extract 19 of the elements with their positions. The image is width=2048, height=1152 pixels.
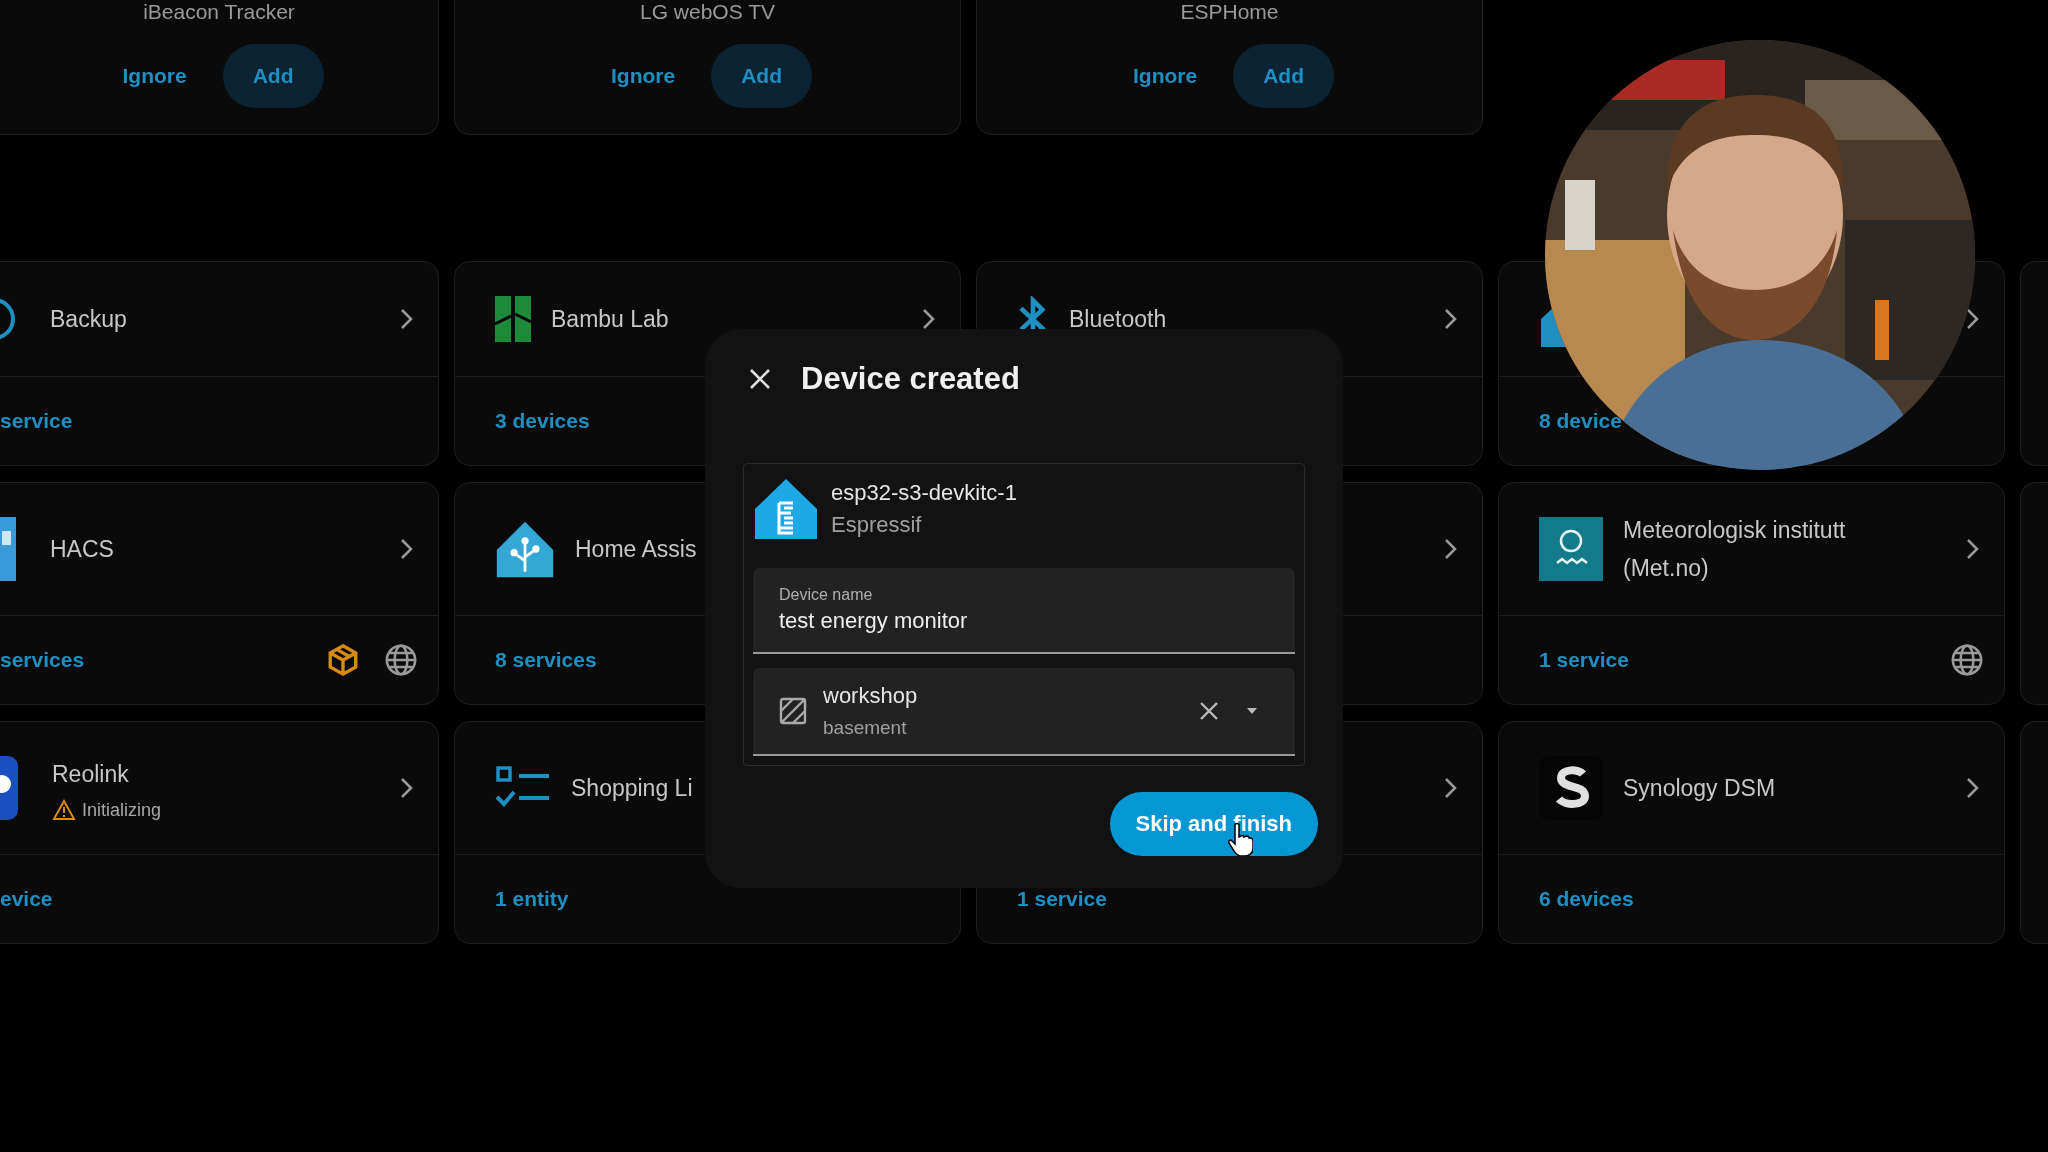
dialog-title: Device created	[801, 361, 1020, 397]
integration-title: Bambu Lab	[551, 305, 670, 334]
discovered-title: LG webOS TV	[640, 0, 775, 24]
integration-title: Shopping Li	[571, 774, 694, 803]
integration-title: HACS	[50, 535, 115, 564]
integration-title: Reolink	[52, 760, 130, 789]
area-name: workshop	[823, 683, 919, 709]
integration-title: Meteorologisk institutt (Met.no)	[1623, 516, 1847, 583]
device-manufacturer: Espressif	[831, 512, 923, 538]
integration-title: Home Assis	[575, 535, 698, 564]
device-name: esp32-s3-devkitc-1	[831, 480, 1017, 506]
floor-name: basement	[823, 717, 908, 739]
integration-title: Bluetooth	[1069, 305, 1168, 334]
status-text: Initializing	[82, 799, 162, 821]
integration-title: Synology DSM	[1623, 774, 1777, 803]
discovered-title: ESPHome	[1180, 0, 1279, 24]
field-label: Device name	[779, 586, 874, 604]
integration-title: Backup	[50, 305, 128, 334]
discovered-title: iBeacon Tracker	[143, 0, 295, 24]
